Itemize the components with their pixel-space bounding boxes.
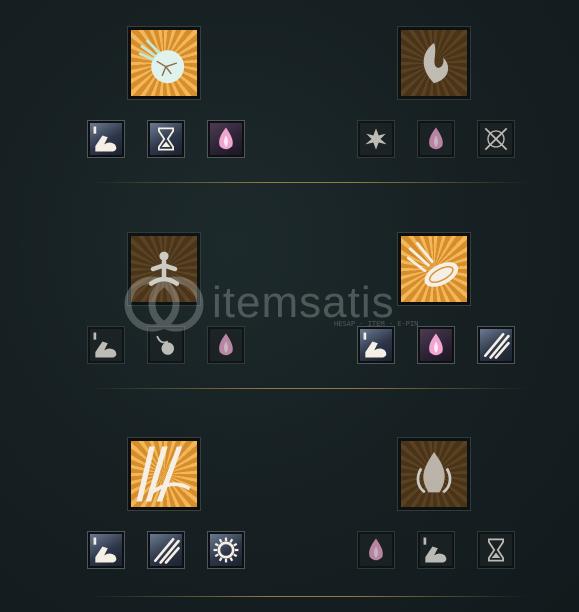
- modifier-slot-hourglass[interactable]: [477, 531, 515, 569]
- skill-slot-bonfire[interactable]: [397, 437, 471, 511]
- modifier-slot-burst[interactable]: [357, 120, 395, 158]
- modifier-slot-pink-flame[interactable]: [357, 531, 395, 569]
- flexed-arm-icon: [423, 537, 447, 563]
- modifier-slot-flexed-arm[interactable]: [87, 531, 125, 569]
- skill-slot-flame-swirl[interactable]: [397, 26, 471, 100]
- skill-slot-meditating-figure[interactable]: [127, 232, 201, 306]
- modifier-slot-pink-flame[interactable]: [417, 326, 455, 364]
- modifier-slot-flexed-arm[interactable]: [417, 531, 455, 569]
- modifier-slot-pink-flame[interactable]: [417, 120, 455, 158]
- pink-flame-icon: [219, 333, 233, 356]
- light-beam-icon: [136, 446, 191, 502]
- modifier-slot-flexed-arm[interactable]: [357, 326, 395, 364]
- shattered-boulder-icon: [138, 39, 185, 84]
- pink-flame-icon: [369, 538, 383, 561]
- skill-slot-meteor-disc[interactable]: [397, 232, 471, 306]
- flexed-arm-icon: [93, 537, 117, 563]
- modifier-slot-bouncing-orb[interactable]: [147, 326, 185, 364]
- flexed-arm-icon: [93, 332, 117, 358]
- skill-slot-shattered-boulder[interactable]: [127, 26, 201, 100]
- modifier-slot-claw-slash[interactable]: [147, 531, 185, 569]
- modifier-slot-flexed-arm[interactable]: [87, 326, 125, 364]
- claw-slash-icon: [154, 538, 180, 564]
- pink-flame-icon: [219, 127, 233, 150]
- claw-slash-icon: [484, 333, 510, 359]
- crossed-arrows-icon: [484, 127, 508, 151]
- flame-swirl-icon: [423, 42, 449, 84]
- burst-icon: [365, 128, 387, 150]
- meditating-figure-icon: [148, 251, 180, 286]
- row-divider: [90, 388, 530, 389]
- modifier-slot-pink-flame[interactable]: [207, 326, 245, 364]
- modifier-slot-pink-flame[interactable]: [207, 120, 245, 158]
- modifier-slot-sun-gear[interactable]: [207, 531, 245, 569]
- skill-tree: [0, 0, 579, 612]
- modifier-slot-claw-slash[interactable]: [477, 326, 515, 364]
- skill-slot-light-beam[interactable]: [127, 437, 201, 511]
- sun-gear-icon: [213, 537, 239, 563]
- bonfire-icon: [416, 452, 452, 494]
- flexed-arm-icon: [93, 126, 117, 152]
- bouncing-orb-icon: [156, 335, 174, 355]
- hourglass-icon: [158, 127, 174, 151]
- row-divider: [90, 596, 530, 597]
- hourglass-icon: [488, 538, 504, 562]
- modifier-slot-hourglass[interactable]: [147, 120, 185, 158]
- row-divider: [90, 182, 530, 183]
- pink-flame-icon: [429, 127, 443, 150]
- flexed-arm-icon: [363, 332, 387, 358]
- modifier-slot-flexed-arm[interactable]: [87, 120, 125, 158]
- modifier-slot-crossed-arrows[interactable]: [477, 120, 515, 158]
- pink-flame-icon: [429, 333, 443, 356]
- meteor-disc-icon: [406, 241, 459, 287]
